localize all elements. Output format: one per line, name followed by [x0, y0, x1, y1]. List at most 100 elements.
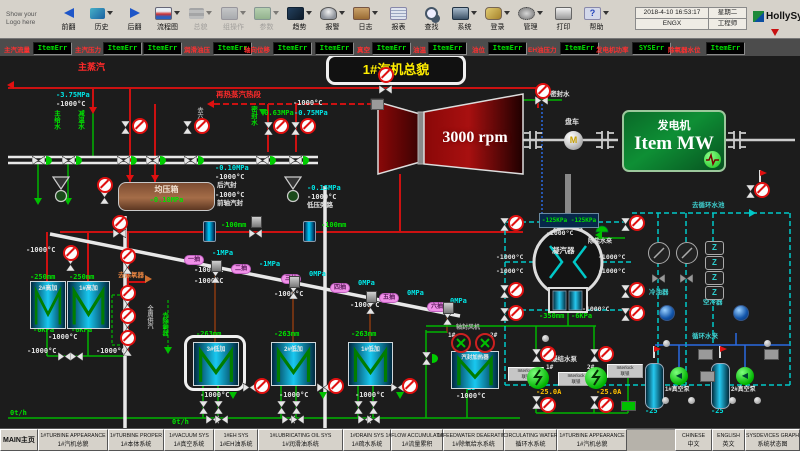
- condensate-pump[interactable]: [527, 367, 549, 389]
- kpi-value-box[interactable]: ItemErr: [706, 42, 745, 55]
- inline-valve[interactable]: [203, 221, 216, 242]
- tab-page-2[interactable]: 1#TURBINE PROPER1#本体系统: [108, 429, 164, 451]
- separator-tank[interactable]: [711, 363, 730, 409]
- equipment-block: [371, 99, 384, 110]
- valve-icon[interactable]: [289, 156, 302, 165]
- valve-icon[interactable]: [292, 401, 301, 414]
- toolbar-button-search[interactable]: 查找: [415, 1, 448, 37]
- tab-page-9[interactable]: CIRCULATING WATER循环水系统: [504, 429, 557, 451]
- kpi-value-box[interactable]: ItemErr: [143, 42, 182, 55]
- toolbar-button-print[interactable]: 打印: [547, 1, 580, 37]
- valve-icon[interactable]: [146, 156, 159, 165]
- heater-vessel[interactable]: 汽封加热器: [451, 351, 499, 389]
- toolbar-button-fwd[interactable]: 后翻: [118, 1, 151, 37]
- oil-cooler[interactable]: [648, 242, 670, 264]
- valve-icon[interactable]: [680, 274, 693, 283]
- turning-gear[interactable]: M: [564, 131, 583, 150]
- valve-icon[interactable]: [652, 274, 665, 283]
- valve-icon[interactable]: [249, 229, 262, 238]
- generator[interactable]: 发电机 Item MW: [622, 110, 726, 172]
- air-cooler[interactable]: Z: [705, 271, 724, 285]
- heater-name: 3#低加: [194, 344, 238, 353]
- tab-page-8[interactable]: 1#FEEDWATER DEAERATING1#除氧给水系统: [443, 429, 504, 451]
- kpi-value-box[interactable]: ItemErr: [103, 42, 142, 55]
- valve-icon[interactable]: [199, 401, 208, 414]
- tab-page-3[interactable]: 1#VACUUM SYS1#真空系统: [164, 429, 214, 451]
- valve-icon[interactable]: [117, 156, 130, 165]
- toolbar-button-flow[interactable]: 流程图: [151, 1, 184, 37]
- valve-icon[interactable]: [184, 156, 197, 165]
- valve-icon[interactable]: [70, 352, 83, 361]
- valve-icon[interactable]: [354, 401, 363, 414]
- tab-lang-0[interactable]: CHINESE中文: [675, 429, 712, 451]
- toolbar-button-login[interactable]: 登录: [481, 1, 514, 37]
- toolbar-button-report[interactable]: 报表: [382, 1, 415, 37]
- toolbar-button-label: 日志: [359, 22, 373, 32]
- toolbar-button-manage[interactable]: 管理: [514, 1, 547, 37]
- tab-page-5[interactable]: 1#LUBRICATING OIL SYS1#润滑油系统: [258, 429, 343, 451]
- tab-page-0[interactable]: MAIN主页: [0, 429, 38, 451]
- kpi-value-box[interactable]: ItemErr: [560, 42, 599, 55]
- condensate-pump[interactable]: [585, 367, 607, 389]
- vacuum-pump[interactable]: ◀: [736, 367, 754, 385]
- toolbar-button-help[interactable]: ?帮助: [580, 1, 613, 37]
- gland-fan[interactable]: [475, 333, 495, 353]
- valve-icon[interactable]: [532, 396, 541, 409]
- tab-page-7[interactable]: 1#FLOW ACCUMULATION1#流量累积: [391, 429, 443, 451]
- tab-lang-2[interactable]: SYSDEVICES GRAPH系统状态图: [745, 429, 800, 451]
- toolbar-button-system[interactable]: 系统: [448, 1, 481, 37]
- oil-cooler[interactable]: [676, 242, 698, 264]
- heater-vessel[interactable]: 1#高加: [67, 281, 110, 329]
- valve-icon[interactable]: [183, 121, 192, 134]
- toolbar-button-hist[interactable]: 历史: [85, 1, 118, 37]
- kpi-value-box[interactable]: ItemErr: [372, 42, 411, 55]
- valve-icon[interactable]: [214, 401, 223, 414]
- kpi-value-box[interactable]: ItemErr: [315, 42, 354, 55]
- equalizer-tank[interactable]: 均压箱 -0.10MPa: [118, 182, 215, 211]
- valve-icon[interactable]: [215, 415, 228, 424]
- valve-icon[interactable]: [291, 415, 304, 424]
- tab-page-4[interactable]: 1#EH SYS1#EH油系统: [214, 429, 258, 451]
- valve-icon[interactable]: [369, 401, 378, 414]
- toolbar-button-alarm[interactable]: 报警: [316, 1, 349, 37]
- valve-icon[interactable]: [590, 396, 599, 409]
- no-operate-icon: [273, 118, 289, 134]
- drain-pot-icon: [733, 305, 749, 321]
- tab-page-6[interactable]: 1#DRAIN SYS1#疏水系统: [343, 429, 391, 451]
- valve-icon[interactable]: [62, 156, 75, 165]
- air-cooler[interactable]: Z: [705, 241, 724, 255]
- heater-vessel[interactable]: 2#高加: [30, 281, 66, 329]
- heater-vessel[interactable]: 3#低加: [193, 342, 239, 386]
- kpi-value-box[interactable]: ItemErr: [33, 42, 72, 55]
- vacuum-pump[interactable]: ◀: [670, 367, 688, 385]
- kpi-value-box[interactable]: SYSErr: [632, 42, 671, 55]
- kpi-value-box[interactable]: ItemErr: [428, 42, 467, 55]
- tab-lang-1[interactable]: ENGLISH英文: [712, 429, 745, 451]
- valve-icon[interactable]: [277, 401, 286, 414]
- air-cooler[interactable]: Z: [705, 286, 724, 300]
- junction-dot: [764, 340, 771, 347]
- valve-icon[interactable]: [422, 352, 431, 365]
- kpi-value-box[interactable]: ItemErr: [488, 42, 527, 55]
- inline-valve[interactable]: [303, 221, 316, 242]
- interlock-button[interactable]: Interlock联锁: [607, 364, 643, 378]
- tab-page-1[interactable]: 1#TURBINE APPEARANCE1#汽机总貌: [38, 429, 108, 451]
- air-cooler[interactable]: Z: [705, 256, 724, 270]
- valve-icon[interactable]: [32, 156, 45, 165]
- tab-page-10[interactable]: 1#TURBINE APPEARANCE1#汽机总貌: [557, 429, 627, 451]
- valve-icon[interactable]: [256, 156, 269, 165]
- kpi-value-box[interactable]: ItemErr: [273, 42, 312, 55]
- valve-icon[interactable]: [291, 122, 300, 135]
- toolbar-button-log[interactable]: 日志: [349, 1, 382, 37]
- separator-tank[interactable]: [645, 363, 664, 409]
- heater-vessel[interactable]: 2#低加: [271, 342, 316, 386]
- valve-icon[interactable]: [264, 122, 273, 135]
- heater-vessel[interactable]: 1#低加: [348, 342, 393, 386]
- toolbar-button-group: 组操作: [217, 1, 250, 37]
- valve-icon[interactable]: [379, 85, 392, 94]
- valve-icon[interactable]: [367, 415, 380, 424]
- valve-icon[interactable]: [121, 121, 130, 134]
- toolbar-button-back[interactable]: 前翻: [52, 1, 85, 37]
- gland-fan[interactable]: [451, 333, 471, 353]
- toolbar-button-trend[interactable]: 趋势: [283, 1, 316, 37]
